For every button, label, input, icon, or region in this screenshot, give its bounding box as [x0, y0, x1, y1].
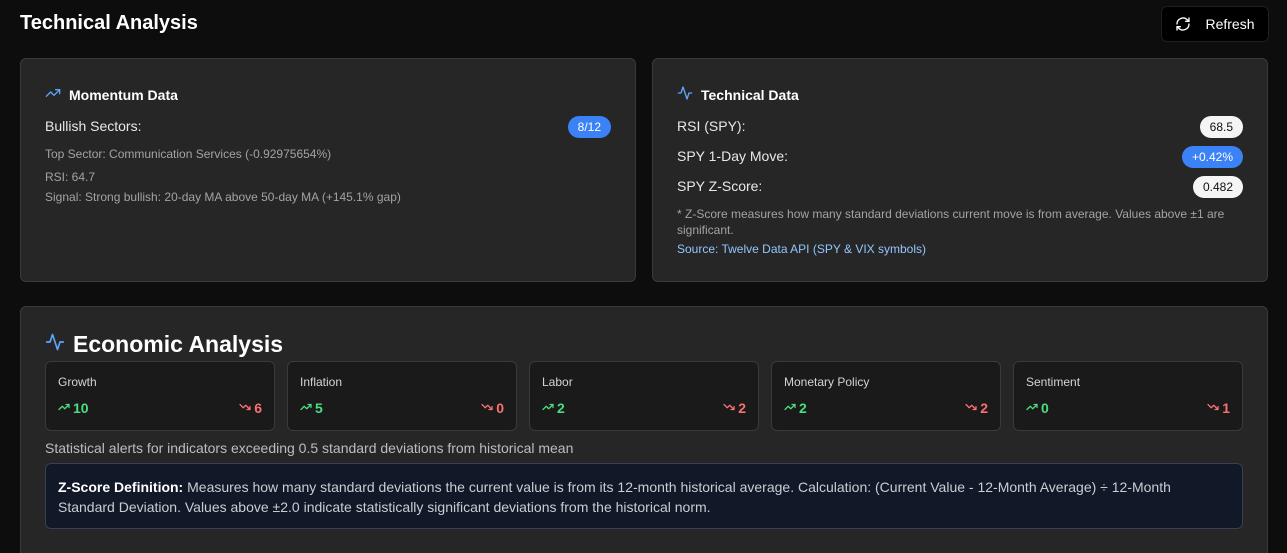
activity-icon	[45, 331, 65, 358]
metric-down: 1	[1207, 400, 1230, 416]
metric-card-sentiment: Sentiment 0 1	[1013, 361, 1243, 431]
economic-header: Economic Analysis	[45, 331, 283, 358]
trend-up-icon	[784, 400, 796, 416]
metric-card-monetary-policy: Monetary Policy 2 2	[771, 361, 1001, 431]
economic-title: Economic Analysis	[73, 331, 284, 357]
metric-up: 0	[1026, 400, 1049, 416]
metric-name: Inflation	[300, 375, 343, 389]
metric-name: Sentiment	[1026, 375, 1081, 389]
spy-move-badge: +0.42%	[1181, 146, 1243, 168]
bullish-sectors-badge: 8/12	[567, 116, 611, 138]
technical-header: Technical Data	[677, 85, 799, 104]
trend-up-icon	[58, 400, 70, 416]
statistical-alert-text: Statistical alerts for indicators exceed…	[45, 440, 574, 456]
metric-up: 10	[58, 400, 89, 416]
metric-card-labor: Labor 2 2	[529, 361, 759, 431]
rsi-text: RSI: 64.7	[45, 170, 96, 184]
metric-name: Growth	[58, 375, 97, 389]
metric-up: 2	[542, 400, 565, 416]
signal-text: Signal: Strong bullish: 20-day MA above …	[45, 190, 401, 204]
zscore-note: * Z-Score measures how many standard dev…	[677, 207, 1225, 237]
trend-up-icon	[542, 400, 554, 416]
metric-down: 2	[965, 400, 988, 416]
momentum-card: Momentum Data Bullish Sectors: 8/12 Top …	[20, 58, 636, 282]
metric-name: Labor	[542, 375, 573, 389]
momentum-header: Momentum Data	[45, 85, 178, 104]
metric-up-value: 2	[557, 400, 565, 416]
metric-name: Monetary Policy	[784, 375, 870, 389]
spy-zscore-badge: 0.482	[1192, 176, 1243, 198]
zscore-definition-box: Z-Score Definition: Measures how many st…	[45, 463, 1243, 529]
metric-down: 0	[481, 400, 504, 416]
rsi-spy-label: RSI (SPY):	[677, 118, 746, 134]
technical-card: Technical Data RSI (SPY): 68.5 SPY 1-Day…	[652, 58, 1268, 282]
page-title: Technical Analysis	[20, 12, 198, 34]
technical-title: Technical Data	[701, 86, 799, 103]
trend-up-icon	[1026, 400, 1038, 416]
metric-card-growth: Growth 10 6	[45, 361, 275, 431]
economic-card: Economic Analysis Growth 10 6 Inflation …	[20, 306, 1268, 553]
rsi-spy-badge: 68.5	[1199, 116, 1243, 138]
refresh-icon	[1175, 16, 1191, 32]
metric-down: 2	[723, 400, 746, 416]
metric-up-value: 10	[73, 400, 89, 416]
metric-up-value: 2	[799, 400, 807, 416]
metric-up-value: 0	[1041, 400, 1049, 416]
metric-down-value: 2	[980, 400, 988, 416]
zscore-definition-title: Z-Score Definition:	[58, 479, 184, 495]
metric-card-inflation: Inflation 5 0	[287, 361, 517, 431]
trend-down-icon	[1207, 400, 1219, 416]
momentum-title: Momentum Data	[69, 86, 178, 103]
trending-up-icon	[45, 85, 61, 104]
refresh-label: Refresh	[1205, 16, 1255, 32]
metric-down-value: 1	[1222, 400, 1230, 416]
metric-down-value: 6	[254, 400, 262, 416]
top-sector-text: Top Sector: Communication Services (-0.9…	[45, 147, 332, 161]
activity-icon	[677, 85, 693, 104]
metric-down-value: 2	[738, 400, 746, 416]
trend-down-icon	[239, 400, 251, 416]
metric-up-value: 5	[315, 400, 323, 416]
metric-up: 5	[300, 400, 323, 416]
trend-down-icon	[965, 400, 977, 416]
zscore-definition-body: Measures how many standard deviations th…	[58, 479, 1171, 515]
trend-down-icon	[481, 400, 493, 416]
metric-down-value: 0	[496, 400, 504, 416]
metric-down: 6	[239, 400, 262, 416]
metric-up: 2	[784, 400, 807, 416]
spy-move-label: SPY 1-Day Move:	[677, 148, 789, 164]
trend-up-icon	[300, 400, 312, 416]
refresh-button[interactable]: Refresh	[1161, 6, 1269, 42]
bullish-sectors-label: Bullish Sectors:	[45, 118, 142, 134]
spy-zscore-label: SPY Z-Score:	[677, 178, 763, 194]
trend-down-icon	[723, 400, 735, 416]
source-link[interactable]: Source: Twelve Data API (SPY & VIX symbo…	[677, 242, 926, 256]
